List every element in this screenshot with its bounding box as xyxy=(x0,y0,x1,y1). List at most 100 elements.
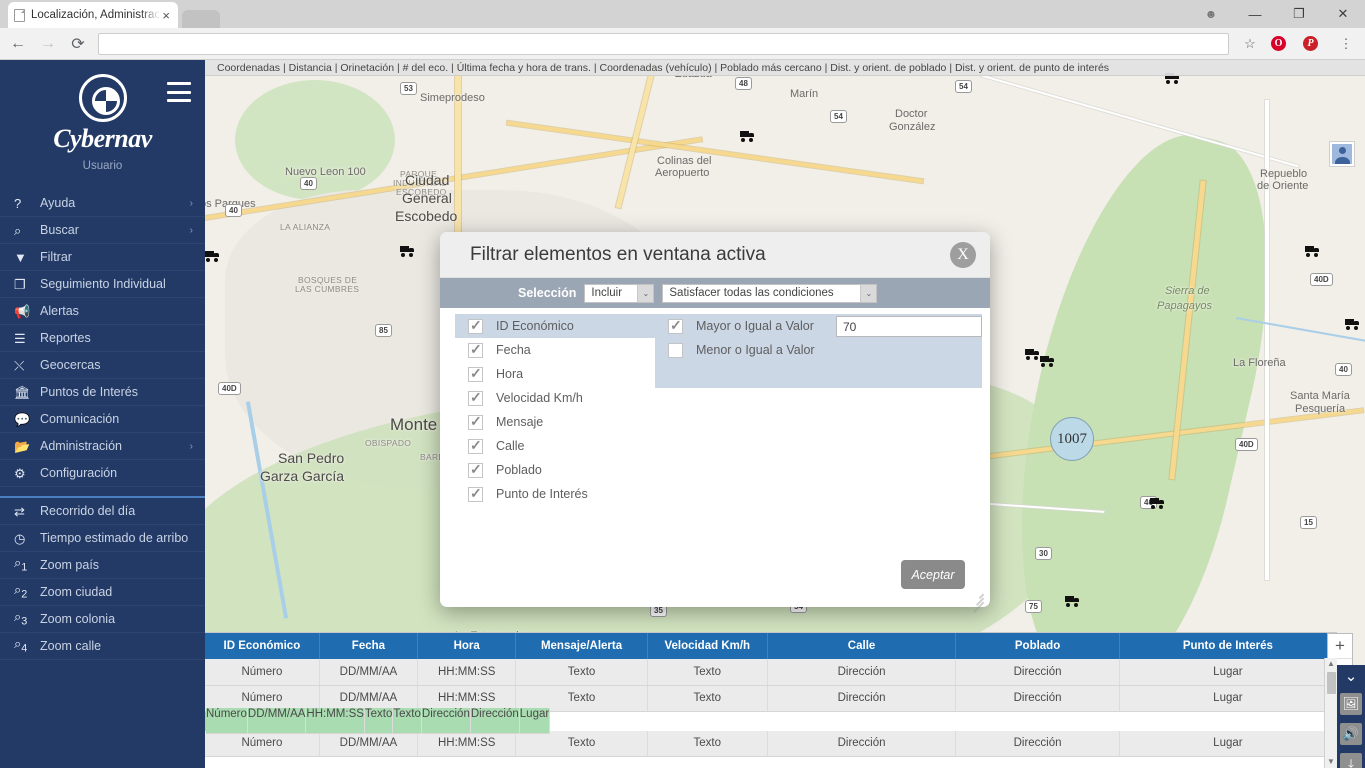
sidebar-item-zoom-pa-s[interactable]: ⌕1 Zoom país xyxy=(0,552,205,579)
table-column-header[interactable]: Hora xyxy=(417,633,517,659)
checkbox-icon[interactable] xyxy=(468,461,483,478)
browser-profile-icon[interactable]: ☻ xyxy=(1189,0,1233,28)
table-scroll-down-arrow[interactable]: ▼ xyxy=(1325,756,1337,768)
filter-field-row[interactable]: Punto de Interés xyxy=(455,482,670,506)
sound-icon[interactable]: 🔊 xyxy=(1340,723,1362,745)
table-column-header[interactable]: ID Económico xyxy=(205,633,320,659)
map-zoom-in-button[interactable]: + xyxy=(1328,634,1352,659)
dialog-close-button[interactable]: X xyxy=(950,241,976,268)
menu-icon: 📢 xyxy=(14,303,31,319)
table-column-header[interactable]: Velocidad Km/h xyxy=(647,633,768,659)
sidebar-item-reportes[interactable]: ☰ Reportes xyxy=(0,325,205,352)
filter-field-row[interactable]: Poblado xyxy=(455,458,670,482)
checkbox-icon[interactable] xyxy=(468,413,483,430)
value-condition-row[interactable]: Mayor o Igual a Valor 70 xyxy=(655,314,982,338)
table-column-header[interactable]: Punto de Interés xyxy=(1119,633,1337,659)
table-scrollbar[interactable]: ▲ ▼ xyxy=(1324,658,1337,768)
map-truck-icon[interactable] xyxy=(1305,245,1320,257)
table-cell: Texto xyxy=(515,659,648,686)
browser-menu-icon[interactable]: ⋮ xyxy=(1335,37,1357,50)
sidebar-item-label: Filtrar xyxy=(40,250,72,264)
sidebar-item-label: Comunicación xyxy=(40,412,120,426)
map-place-label: Monte xyxy=(390,415,438,434)
filter-field-row[interactable]: Calle xyxy=(455,434,670,458)
checkbox-icon[interactable] xyxy=(468,437,483,454)
map-truck-icon[interactable] xyxy=(1150,497,1165,509)
map-user-avatar[interactable] xyxy=(1329,141,1355,167)
back-icon[interactable]: ← xyxy=(8,35,28,53)
download-icon[interactable]: ⤓ xyxy=(1340,753,1362,768)
sidebar-item-tiempo-estimado-de-arribo[interactable]: ◷ Tiempo estimado de arribo xyxy=(0,525,205,552)
checkbox-icon[interactable] xyxy=(468,341,483,358)
table-column-header[interactable]: Mensaje/Alerta xyxy=(515,633,648,659)
new-tab-stub[interactable] xyxy=(182,10,220,28)
window-maximize-button[interactable]: ❐ xyxy=(1277,0,1321,28)
reload-icon[interactable]: ⟳ xyxy=(68,34,88,54)
map-truck-icon[interactable] xyxy=(1065,595,1080,607)
window-minimize-button[interactable]: — xyxy=(1233,0,1277,28)
filter-field-row[interactable]: Velocidad Km/h xyxy=(455,386,670,410)
condition-value-input[interactable]: 70 xyxy=(835,315,982,337)
table-row[interactable]: Número DD/MM/AA HH:MM:SS Texto Texto Direcció… xyxy=(205,730,1337,757)
filter-field-row[interactable]: Fecha xyxy=(455,338,670,362)
image-export-icon[interactable]: 🖼 xyxy=(1340,693,1362,715)
checkbox-icon[interactable] xyxy=(468,389,483,406)
filter-dialog: Filtrar elementos en ventana activa X Se… xyxy=(440,232,990,612)
menu-icon: ◷ xyxy=(14,530,26,546)
sidebar-item-zoom-calle[interactable]: ⌕4 Zoom calle xyxy=(0,633,205,660)
tab-close-icon[interactable]: × xyxy=(160,8,172,23)
forward-icon[interactable]: → xyxy=(38,35,58,53)
map-place-label: Marín xyxy=(790,88,819,100)
filter-field-row[interactable]: ID Económico xyxy=(455,314,670,338)
table-column-header[interactable]: Fecha xyxy=(319,633,419,659)
map-truck-icon[interactable] xyxy=(400,245,415,257)
table-column-header[interactable]: Poblado xyxy=(955,633,1120,659)
map-place-label: LA ALIANZA xyxy=(280,222,331,232)
sidebar-item-seguimiento-individual[interactable]: ❐ Seguimiento Individual xyxy=(0,271,205,298)
table-row[interactable]: Número DD/MM/AA HH:MM:SS Texto Texto Direcció… xyxy=(205,708,551,734)
table-scroll-up-arrow[interactable]: ▲ xyxy=(1325,658,1337,670)
opera-extension-icon[interactable]: O xyxy=(1271,36,1293,51)
sidebar-item-geocercas[interactable]: ⤬ Geocercas xyxy=(0,352,205,379)
sidebar-item-recorrido-del-d-a[interactable]: ⇄ Recorrido del día xyxy=(0,498,205,525)
include-mode-select[interactable]: Incluir ⌄ xyxy=(584,283,655,303)
address-bar[interactable] xyxy=(98,32,1229,55)
table-scroll-thumb[interactable] xyxy=(1327,672,1336,694)
value-condition-row[interactable]: Menor o Igual a Valor xyxy=(655,338,982,362)
browser-tab[interactable]: Localización, Administrac × xyxy=(8,2,178,28)
table-column-header[interactable]: Calle xyxy=(767,633,957,659)
window-close-button[interactable]: ✕ xyxy=(1321,0,1365,28)
checkbox-icon[interactable] xyxy=(468,365,483,382)
sidebar-item-comunicaci-n[interactable]: 💬 Comunicación xyxy=(0,406,205,433)
sidebar-item-zoom-ciudad[interactable]: ⌕2 Zoom ciudad xyxy=(0,579,205,606)
map-truck-icon[interactable] xyxy=(740,130,755,142)
sidebar-item-puntos-de-inter-s[interactable]: 🏛 Puntos de Interés xyxy=(0,379,205,406)
pinterest-extension-icon[interactable]: P xyxy=(1303,36,1325,51)
map-cluster-marker[interactable]: 1007 xyxy=(1050,417,1094,461)
dialog-resize-grip[interactable] xyxy=(970,588,984,612)
table-row[interactable]: Número DD/MM/AA HH:MM:SS Texto Texto Direcció… xyxy=(205,659,1337,686)
filter-field-row[interactable]: Mensaje xyxy=(455,410,670,434)
map-truck-icon[interactable] xyxy=(1025,348,1040,360)
sidebar-item-buscar[interactable]: ⌕ Buscar › xyxy=(0,217,205,244)
checkbox-icon[interactable] xyxy=(668,342,683,358)
checkbox-icon[interactable] xyxy=(468,485,483,502)
map-truck-icon[interactable] xyxy=(205,250,220,262)
sidebar-item-zoom-colonia[interactable]: ⌕3 Zoom colonia xyxy=(0,606,205,633)
hamburger-menu-icon[interactable] xyxy=(167,82,191,102)
map-place-label: La Floreña xyxy=(1233,357,1286,369)
condition-mode-select[interactable]: Satisfacer todas las condiciones ⌄ xyxy=(662,283,878,303)
sidebar-item-administraci-n[interactable]: 📂 Administración › xyxy=(0,433,205,460)
sidebar-item-alertas[interactable]: 📢 Alertas xyxy=(0,298,205,325)
map-truck-icon[interactable] xyxy=(1345,318,1360,330)
sidebar-item-configuraci-n[interactable]: ⚙ Configuración xyxy=(0,460,205,487)
rail-collapse-chevron-icon[interactable]: ⌄ xyxy=(1338,667,1364,685)
filter-field-row[interactable]: Hora xyxy=(455,362,670,386)
bookmark-star-icon[interactable]: ☆ xyxy=(1239,36,1261,52)
map-truck-icon[interactable] xyxy=(1040,355,1055,367)
checkbox-icon[interactable] xyxy=(468,317,483,334)
checkbox-icon[interactable] xyxy=(668,317,683,334)
accept-button[interactable]: Aceptar xyxy=(901,560,965,589)
sidebar-item-filtrar[interactable]: ▼ Filtrar xyxy=(0,244,205,271)
sidebar-item-ayuda[interactable]: ? Ayuda › xyxy=(0,190,205,217)
